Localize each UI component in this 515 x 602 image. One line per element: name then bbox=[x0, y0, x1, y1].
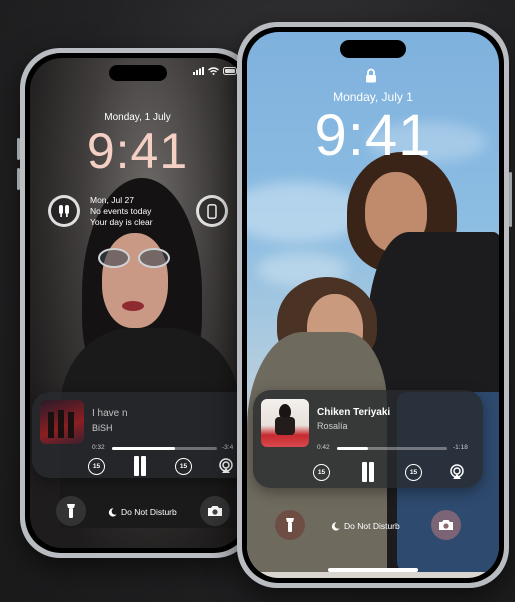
camera-icon bbox=[208, 506, 222, 516]
phone-battery-widget[interactable] bbox=[196, 195, 228, 227]
photo-lips bbox=[122, 301, 144, 311]
rewind-15-icon[interactable]: 15 bbox=[313, 464, 330, 481]
volume-down-button bbox=[17, 168, 20, 190]
forward-15-icon[interactable]: 15 bbox=[175, 458, 192, 475]
home-indicator[interactable] bbox=[328, 568, 418, 572]
dynamic-island bbox=[108, 65, 167, 81]
elapsed-time: 0:32 bbox=[92, 444, 105, 451]
front-phone: Monday, July 1 9:41 Chiken Teriyaki Rosa… bbox=[237, 22, 512, 588]
remaining-time: -1:18 bbox=[453, 444, 468, 451]
track-artist: Rosalía bbox=[317, 421, 348, 431]
dnd-label: Do Not Disturb bbox=[344, 521, 400, 531]
power-button bbox=[509, 172, 512, 227]
forward-15-icon[interactable]: 15 bbox=[405, 464, 422, 481]
flashlight-icon bbox=[67, 504, 75, 518]
track-title: I have n bbox=[92, 408, 128, 419]
dnd-label: Do Not Disturb bbox=[121, 507, 177, 517]
airplay-icon[interactable] bbox=[218, 458, 234, 474]
front-lock-screen: Monday, July 1 9:41 Chiken Teriyaki Rosa… bbox=[247, 32, 499, 578]
track-title: Chiken Teriyaki bbox=[317, 407, 391, 418]
moon-icon bbox=[108, 507, 117, 517]
rewind-15-icon[interactable]: 15 bbox=[88, 458, 105, 475]
elapsed-time: 0:42 bbox=[317, 444, 330, 451]
airpods-icon bbox=[59, 205, 69, 217]
pause-icon[interactable] bbox=[360, 462, 376, 482]
album-art[interactable] bbox=[40, 400, 84, 444]
focus-mode[interactable]: Do Not Disturb bbox=[331, 521, 400, 531]
flashlight-button[interactable] bbox=[275, 510, 305, 540]
volume-up-button bbox=[17, 138, 20, 160]
airplay-icon[interactable] bbox=[449, 464, 465, 480]
moon-icon bbox=[331, 521, 340, 531]
remaining-time: -3:4 bbox=[222, 444, 234, 451]
progress-fill bbox=[112, 447, 175, 450]
now-playing-card[interactable]: I have n BiSH 0:32 -3:4 15 15 bbox=[32, 392, 245, 478]
lock-time: 9:41 bbox=[86, 123, 189, 179]
playback-progress[interactable] bbox=[337, 447, 447, 450]
calendar-line1: No events today bbox=[90, 206, 152, 216]
camera-icon bbox=[439, 520, 453, 530]
camera-button[interactable] bbox=[431, 510, 461, 540]
dynamic-island bbox=[340, 40, 406, 58]
wifi-icon bbox=[208, 67, 219, 75]
calendar-widget[interactable]: Mon, Jul 27 No events today Your day is … bbox=[90, 195, 153, 228]
back-lock-screen: Monday, 1 July 9:41 Mon, Jul 27 No event… bbox=[30, 58, 245, 548]
album-art[interactable] bbox=[261, 399, 309, 447]
sunglasses-icon bbox=[98, 248, 170, 268]
calendar-date: Mon, Jul 27 bbox=[90, 195, 134, 205]
flashlight-icon bbox=[286, 518, 294, 532]
progress-fill bbox=[337, 447, 368, 450]
signal-icon bbox=[193, 67, 204, 75]
track-artist: BiSH bbox=[92, 423, 113, 433]
lock-time: 9:41 bbox=[314, 103, 432, 168]
back-phone: Monday, 1 July 9:41 Mon, Jul 27 No event… bbox=[17, 48, 255, 558]
phone-battery-icon bbox=[207, 203, 217, 219]
playback-progress[interactable] bbox=[112, 447, 217, 450]
flashlight-button[interactable] bbox=[56, 496, 86, 526]
airpods-battery-widget[interactable] bbox=[48, 195, 80, 227]
pause-icon[interactable] bbox=[132, 456, 148, 476]
lock-icon bbox=[366, 68, 376, 83]
now-playing-card[interactable]: Chiken Teriyaki Rosalía 0:42 -1:18 15 15 bbox=[253, 390, 483, 488]
focus-mode[interactable]: Do Not Disturb bbox=[108, 507, 177, 517]
camera-button[interactable] bbox=[200, 496, 230, 526]
status-bar bbox=[193, 67, 239, 75]
calendar-line2: Your day is clear bbox=[90, 217, 153, 227]
